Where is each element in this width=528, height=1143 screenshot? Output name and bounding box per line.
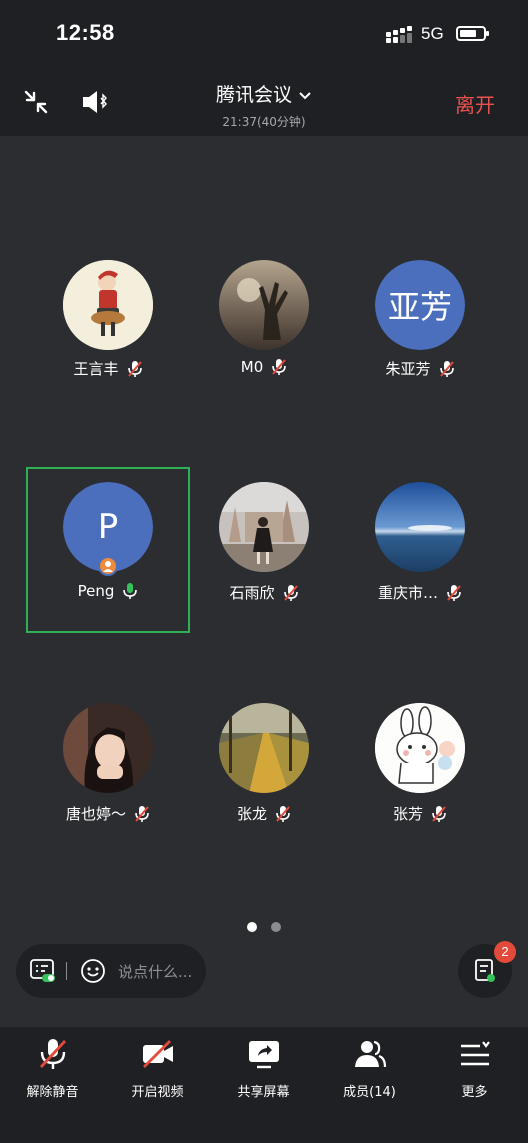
participant-name: 唐也婷～ — [65, 805, 126, 823]
mic-muted-icon — [439, 360, 454, 377]
mic-muted-icon — [447, 584, 461, 601]
meeting-duration: 21:37(40分钟) — [222, 115, 306, 129]
mic-muted-icon — [432, 805, 446, 822]
avatar — [63, 260, 153, 350]
status-time: 12:58 — [56, 20, 115, 45]
participant-name: 重庆市… — [377, 584, 438, 602]
mic-muted-icon — [276, 805, 290, 822]
participant-name: 张芳 — [392, 805, 423, 823]
participant-name: 石雨欣 — [229, 584, 275, 602]
page-dot[interactable] — [271, 922, 281, 932]
participant-name-row: 王言丰 — [40, 358, 176, 379]
avatar — [63, 703, 153, 793]
meeting-title-block[interactable]: 腾讯会议 21:37(40分钟) — [0, 80, 528, 130]
avatar — [219, 482, 309, 572]
leave-button[interactable]: 离开 — [455, 89, 495, 118]
unmute-button[interactable]: 解除静音 — [0, 1027, 105, 1143]
chevron-down-icon — [299, 91, 311, 99]
participant-name-row: 张芳 — [352, 803, 488, 824]
participant-name-row: Peng — [40, 582, 176, 600]
more-menu-icon — [461, 1041, 490, 1066]
share-screen-button[interactable]: 共享屏幕 — [211, 1027, 316, 1143]
bottom-toolbar: 解除静音 开启视频 共享屏幕 成员(14) 更多 — [0, 1027, 528, 1143]
chat-list-icon[interactable] — [30, 959, 56, 983]
share-screen-icon — [249, 1041, 279, 1069]
participant-name-row: M0 — [196, 358, 332, 376]
video-off-icon — [143, 1040, 173, 1068]
mic-muted-icon — [272, 359, 287, 375]
avatar — [219, 260, 309, 350]
divider — [66, 962, 67, 980]
more-button[interactable]: 更多 — [422, 1027, 527, 1143]
participant-name-row: 张龙 — [196, 803, 332, 824]
emoji-icon[interactable] — [80, 958, 106, 984]
avatar-initials: 亚芳 — [375, 260, 465, 350]
start-video-label: 开启视频 — [131, 1085, 184, 1100]
participant-name: M0 — [240, 358, 264, 376]
mic-muted-icon — [127, 360, 142, 377]
mic-muted-icon — [39, 1039, 67, 1069]
avatar — [375, 703, 465, 793]
participant-name-row: 唐也婷～ — [40, 803, 176, 824]
chat-input-bar[interactable]: 说点什么... — [16, 944, 206, 998]
more-label: 更多 — [461, 1085, 488, 1100]
share-screen-label: 共享屏幕 — [237, 1085, 290, 1100]
avatar: 亚芳 — [375, 260, 465, 350]
unmute-label: 解除静音 — [26, 1085, 79, 1100]
members-label: 成员(14) — [343, 1085, 396, 1100]
signal-icon — [386, 26, 412, 43]
document-icon — [475, 959, 495, 982]
chat-placeholder[interactable]: 说点什么... — [118, 961, 192, 982]
participant-name-row: 朱亚芳 — [352, 358, 488, 379]
participant-name: 张龙 — [236, 805, 267, 823]
status-bar: 12:58 5G — [0, 0, 528, 70]
avatar — [375, 482, 465, 572]
host-badge-icon — [98, 556, 118, 576]
mic-on-icon — [123, 583, 138, 599]
members-button[interactable]: 成员(14) — [317, 1027, 422, 1143]
page-dot-active[interactable] — [247, 922, 257, 932]
battery-icon — [456, 26, 489, 41]
start-video-button[interactable]: 开启视频 — [105, 1027, 210, 1143]
participant-grid: 王言丰 M0 亚芳 朱亚芳 P Peng 石雨欣 重庆市… 唐也婷～ 张龙 张芳 — [0, 136, 528, 1026]
mic-muted-icon — [135, 805, 149, 822]
participant-name: 王言丰 — [73, 360, 119, 378]
participant-name-row: 石雨欣 — [196, 582, 332, 603]
avatar — [219, 703, 309, 793]
meeting-title[interactable]: 腾讯会议 — [0, 80, 528, 107]
participant-name: 朱亚芳 — [385, 360, 431, 378]
network-type: 5G — [421, 24, 444, 43]
participant-name-row: 重庆市… — [352, 582, 488, 603]
notification-badge: 2 — [494, 941, 516, 963]
members-icon — [355, 1040, 387, 1068]
participant-name: Peng — [77, 582, 115, 600]
mic-muted-icon — [283, 584, 298, 601]
